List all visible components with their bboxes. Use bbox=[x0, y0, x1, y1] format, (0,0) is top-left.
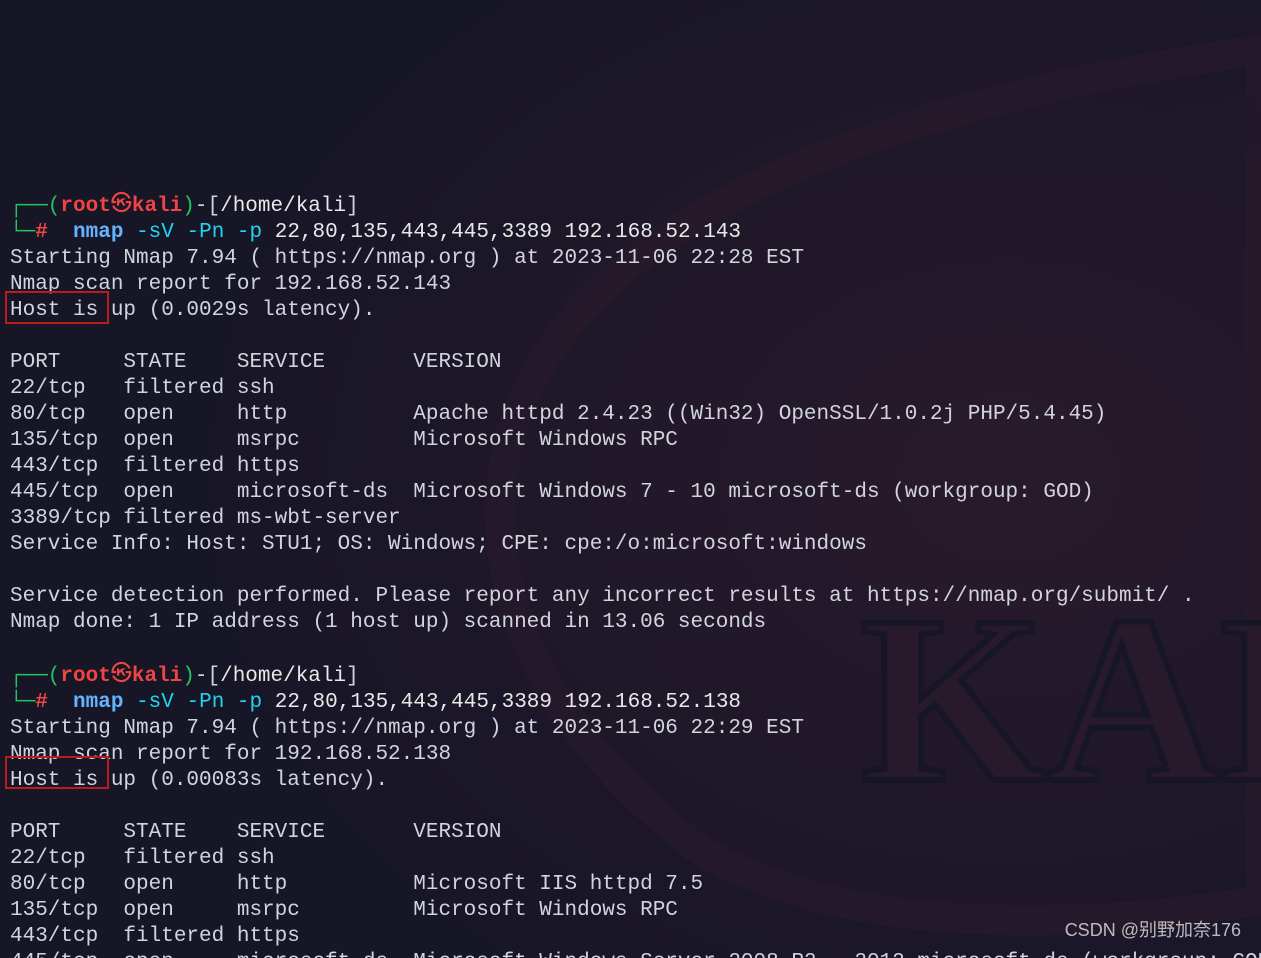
cmd-nmap: nmap bbox=[73, 221, 123, 244]
scan1-start: Starting Nmap 7.94 ( https://nmap.org ) … bbox=[10, 247, 804, 270]
scan2-hostup: Host is up (0.00083s latency). bbox=[10, 769, 388, 792]
prompt-cwd: /home/kali bbox=[220, 665, 346, 688]
prompt-dash: -[ bbox=[195, 195, 220, 218]
scan2-report: Nmap scan report for 192.168.52.138 bbox=[10, 743, 451, 766]
cmd-nmap: nmap bbox=[73, 691, 123, 714]
cmd-flag-p: -p bbox=[237, 691, 262, 714]
cmd-flag-pn: -Pn bbox=[187, 221, 225, 244]
table-row: 443/tcp filtered https bbox=[10, 925, 300, 948]
scan1-done: Nmap done: 1 IP address (1 host up) scan… bbox=[10, 611, 766, 634]
terminal-window[interactable]: KALI ┌──(root㉿kali)-[/home/kali] └─# nma… bbox=[0, 0, 1261, 958]
terminal-output: ┌──(root㉿kali)-[/home/kali] └─# nmap -sV… bbox=[10, 166, 1251, 958]
prompt-line-1: ┌──(root㉿kali)-[/home/kali] bbox=[10, 195, 359, 218]
cmd-args: 22,80,135,443,445,3389 192.168.52.138 bbox=[275, 691, 741, 714]
csdn-watermark: CSDN @别野加奈176 bbox=[1065, 917, 1241, 943]
prompt-l2-pre: └─ bbox=[10, 221, 35, 244]
prompt-host: kali bbox=[132, 195, 182, 218]
table-row: 445/tcp open microsoft-ds Microsoft Wind… bbox=[10, 951, 1261, 958]
scan1-detect: Service detection performed. Please repo… bbox=[10, 585, 1195, 608]
prompt-host: kali bbox=[132, 665, 182, 688]
table-row: 80/tcp open http Microsoft IIS httpd 7.5 bbox=[10, 873, 703, 896]
prompt-line-2[interactable]: └─# nmap -sV -Pn -p 22,80,135,443,445,33… bbox=[10, 221, 741, 244]
scan2-header: PORT STATE SERVICE VERSION bbox=[10, 821, 501, 844]
prompt-close-bracket: ] bbox=[346, 665, 359, 688]
prompt-user: root bbox=[60, 195, 110, 218]
cmd-flag-sv: -sV bbox=[136, 691, 174, 714]
prompt-user: root bbox=[60, 665, 110, 688]
prompt-dash: -[ bbox=[195, 665, 220, 688]
cmd-flag-p: -p bbox=[237, 221, 262, 244]
scan2-start: Starting Nmap 7.94 ( https://nmap.org ) … bbox=[10, 717, 804, 740]
cmd-args: 22,80,135,443,445,3389 192.168.52.143 bbox=[275, 221, 741, 244]
table-row: 443/tcp filtered https bbox=[10, 455, 300, 478]
scan1-header: PORT STATE SERVICE VERSION bbox=[10, 351, 501, 374]
prompt-line-1: ┌──(root㉿kali)-[/home/kali] bbox=[10, 665, 359, 688]
table-row: 135/tcp open msrpc Microsoft Windows RPC bbox=[10, 899, 678, 922]
table-row: 445/tcp open microsoft-ds Microsoft Wind… bbox=[10, 481, 1094, 504]
prompt-open: ┌──( bbox=[10, 665, 60, 688]
prompt-hash: # bbox=[35, 691, 48, 714]
prompt-open: ┌──( bbox=[10, 195, 60, 218]
table-row: 3389/tcp filtered ms-wbt-server bbox=[10, 507, 401, 530]
table-row: 135/tcp open msrpc Microsoft Windows RPC bbox=[10, 429, 678, 452]
cmd-flag-pn: -Pn bbox=[187, 691, 225, 714]
prompt-close-bracket: ] bbox=[346, 195, 359, 218]
skull-icon: ㉿ bbox=[111, 191, 132, 217]
table-row: 80/tcp open http Apache httpd 2.4.23 ((W… bbox=[10, 403, 1106, 426]
scan1-hostup: Host is up (0.0029s latency). bbox=[10, 299, 375, 322]
cmd-flag-sv: -sV bbox=[136, 221, 174, 244]
table-row: 22/tcp filtered ssh bbox=[10, 377, 275, 400]
scan1-svcinfo: Service Info: Host: STU1; OS: Windows; C… bbox=[10, 533, 867, 556]
skull-icon: ㉿ bbox=[111, 661, 132, 687]
scan1-report: Nmap scan report for 192.168.52.143 bbox=[10, 273, 451, 296]
prompt-hash: # bbox=[35, 221, 48, 244]
prompt-line-2[interactable]: └─# nmap -sV -Pn -p 22,80,135,443,445,33… bbox=[10, 691, 741, 714]
prompt-close: ) bbox=[182, 195, 195, 218]
prompt-l2-pre: └─ bbox=[10, 691, 35, 714]
prompt-cwd: /home/kali bbox=[220, 195, 346, 218]
table-row: 22/tcp filtered ssh bbox=[10, 847, 275, 870]
prompt-close: ) bbox=[182, 665, 195, 688]
